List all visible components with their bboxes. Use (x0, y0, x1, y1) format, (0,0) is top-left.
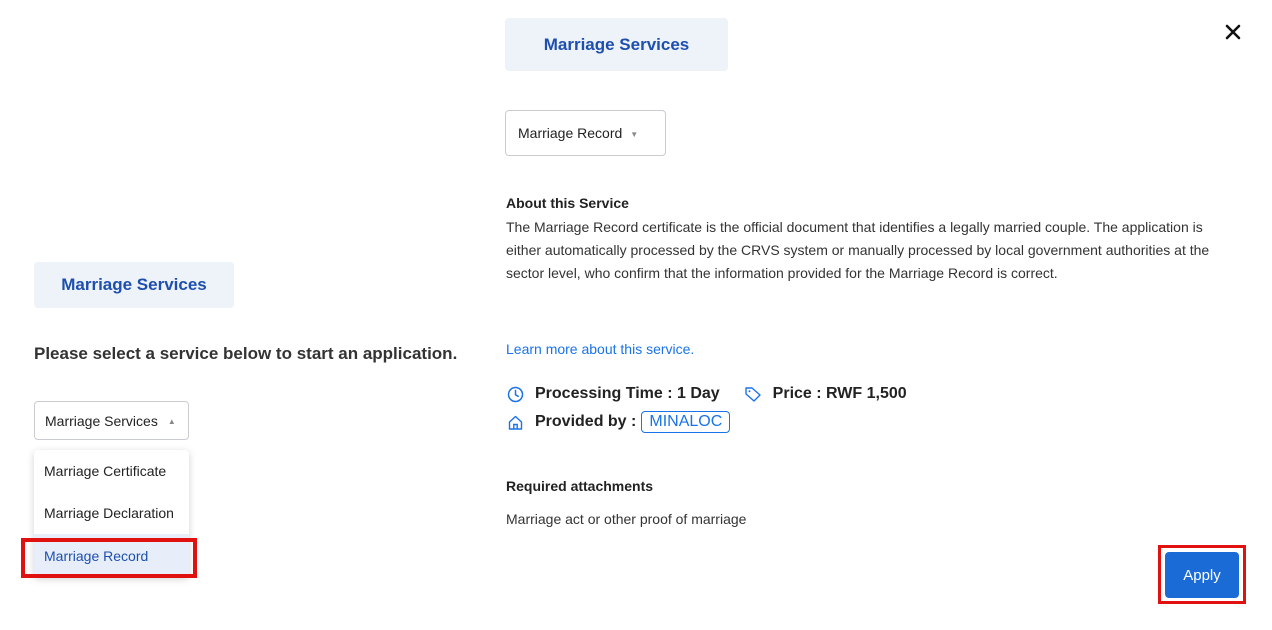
about-service-title: About this Service (506, 195, 629, 211)
close-icon (1225, 24, 1241, 40)
dropdown-option-marriage-declaration[interactable]: Marriage Declaration (34, 492, 189, 534)
clock-icon (506, 385, 524, 403)
provider-badge: MINALOC (641, 411, 731, 433)
dropdown-option-marriage-certificate[interactable]: Marriage Certificate (34, 450, 189, 492)
caret-up-icon: ▲ (167, 417, 176, 426)
service-meta-row: Processing Time : 1 Day Price : RWF 1,50… (506, 385, 907, 403)
apply-button[interactable]: Apply (1165, 552, 1239, 598)
page: Marriage Services Please select a servic… (0, 0, 1272, 630)
caret-down-icon: ▼ (630, 130, 639, 139)
provider-row: Provided by : MINALOC (506, 411, 731, 433)
right-service-badge: Marriage Services (505, 18, 728, 71)
left-service-badge: Marriage Services (34, 262, 234, 308)
service-category-select-value: Marriage Services (45, 412, 158, 429)
close-button[interactable] (1221, 20, 1245, 44)
processing-time: Processing Time : 1 Day (535, 385, 720, 402)
service-select-value: Marriage Record (518, 125, 623, 141)
dropdown-option-marriage-record[interactable]: Marriage Record (34, 534, 189, 577)
learn-more-link[interactable]: Learn more about this service. (506, 341, 694, 357)
provided-by-label: Provided by : (535, 413, 637, 430)
about-service-text: The Marriage Record certificate is the o… (506, 219, 1210, 281)
home-icon (506, 413, 524, 431)
required-attachments-text: Marriage act or other proof of marriage (506, 511, 747, 527)
service-dropdown-menu: Marriage Certificate Marriage Declaratio… (34, 450, 189, 577)
service-category-select[interactable]: Marriage Services ▲ (34, 401, 189, 440)
required-attachments-title: Required attachments (506, 478, 654, 494)
tag-icon (744, 385, 762, 403)
service-select[interactable]: Marriage Record ▼ (505, 110, 666, 156)
select-service-prompt: Please select a service below to start a… (34, 344, 458, 363)
service-price: Price : RWF 1,500 (772, 385, 907, 402)
